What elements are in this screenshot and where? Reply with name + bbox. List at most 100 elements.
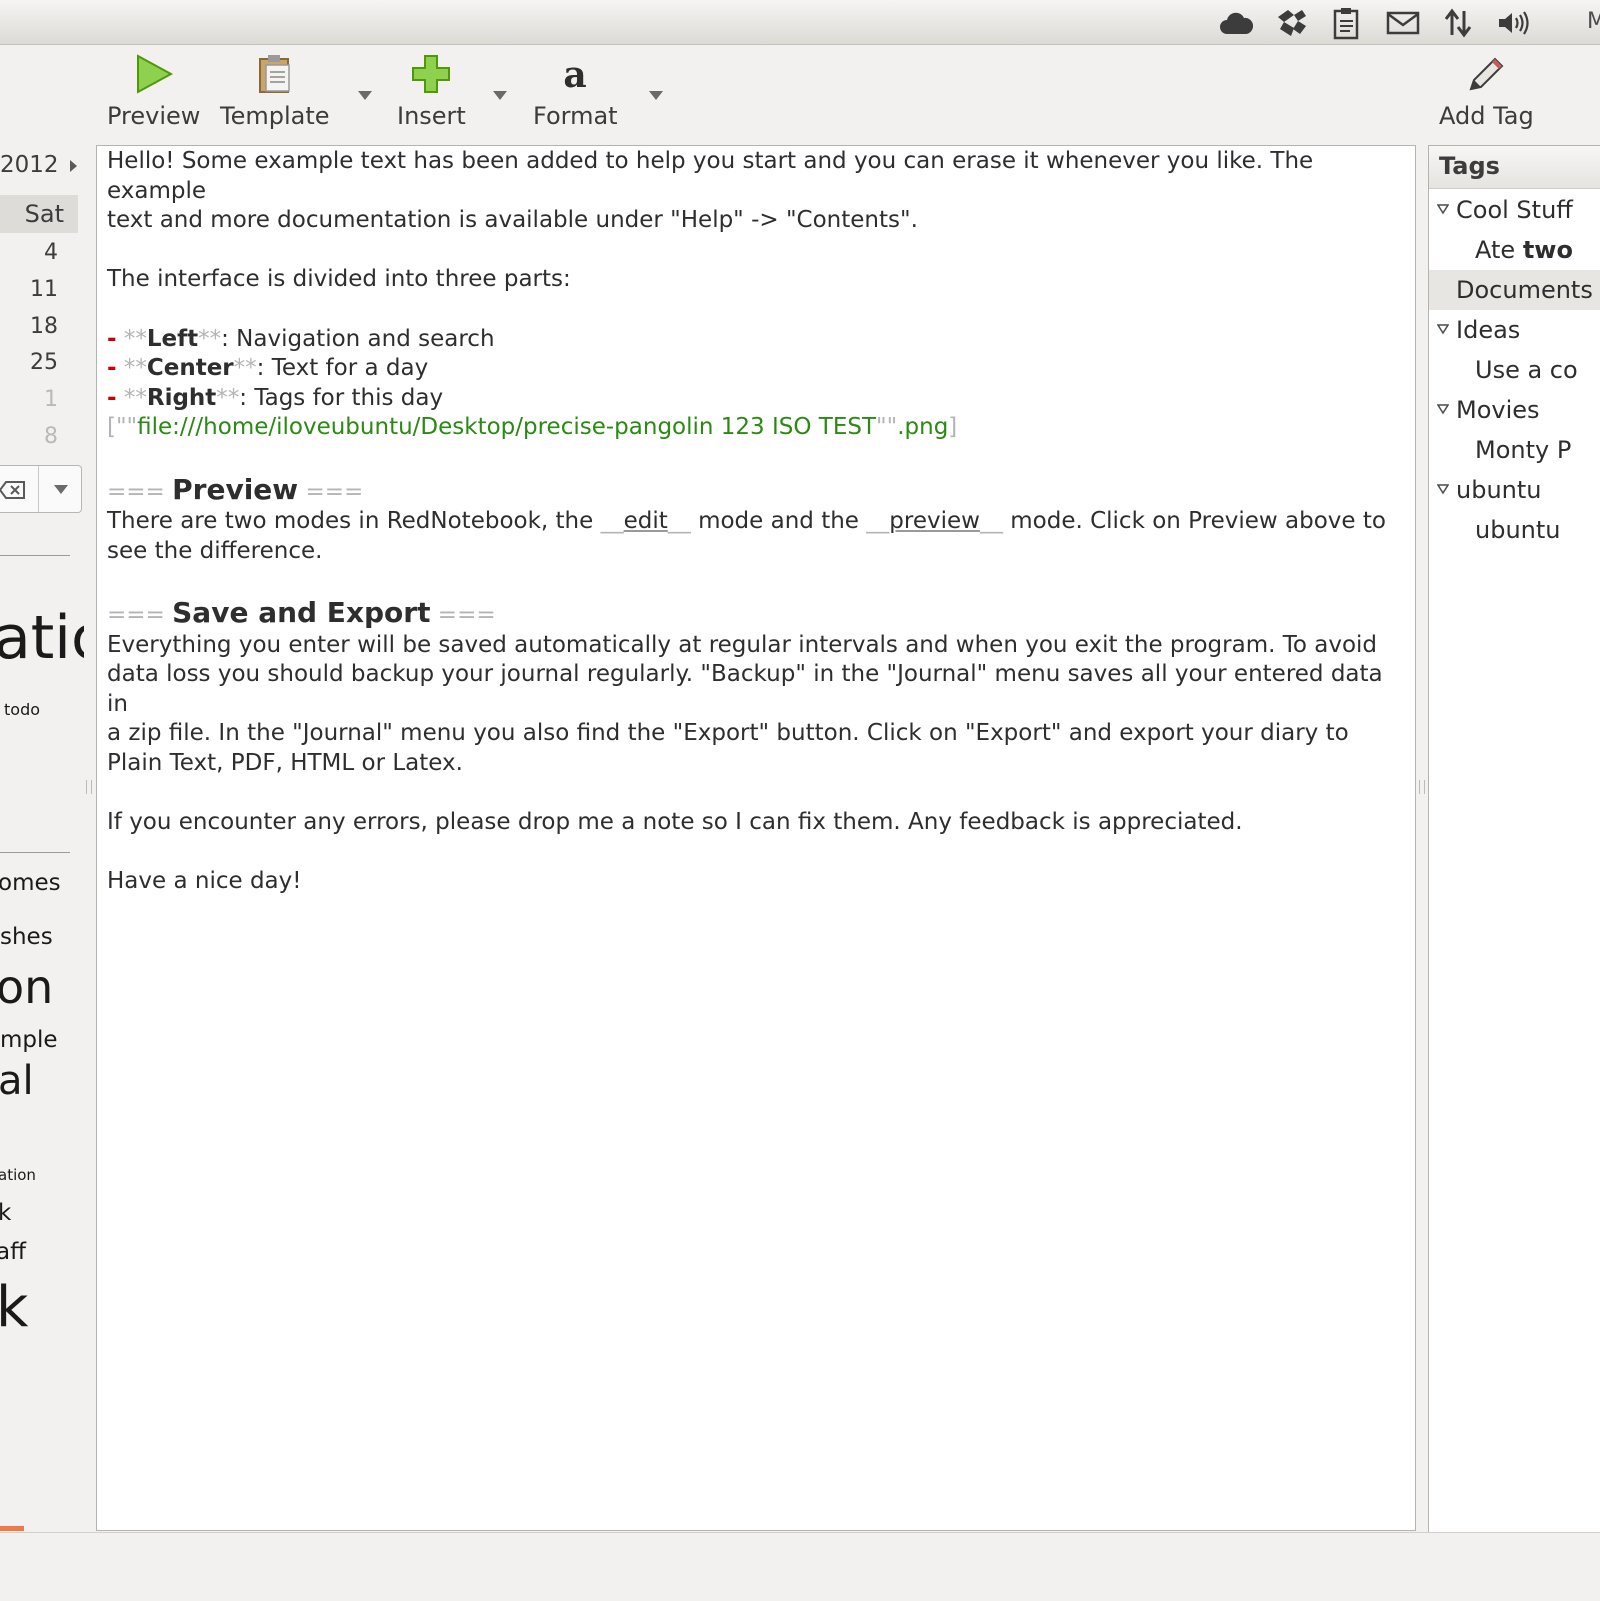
mail-icon[interactable] <box>1385 6 1421 40</box>
cloud-word[interactable]: aff <box>0 1239 26 1265</box>
format-button[interactable]: a Format <box>533 52 618 130</box>
tag-entry[interactable]: Monty P <box>1429 430 1600 470</box>
clipboard-icon[interactable] <box>1329 6 1365 40</box>
cloud-word[interactable]: al <box>0 1058 34 1104</box>
tags-header-label: Tags <box>1439 152 1500 180</box>
font-format-icon: a <box>553 52 597 96</box>
divider <box>0 555 70 556</box>
cloud-word[interactable]: ation <box>0 1166 36 1184</box>
tag-label: Movies <box>1456 396 1540 424</box>
cloud-icon[interactable] <box>1218 6 1254 40</box>
calendar-year: 2012 <box>0 152 59 178</box>
tag-category-movies[interactable]: Movies <box>1429 390 1600 430</box>
cloud-word[interactable]: mple <box>0 1027 58 1053</box>
right-splitter-grip[interactable] <box>1419 780 1425 794</box>
add-tag-label: Add Tag <box>1439 102 1534 130</box>
pencil-icon <box>1464 52 1508 96</box>
divider <box>0 852 70 853</box>
expander-icon[interactable] <box>1437 203 1449 215</box>
calendar-day-other-month[interactable]: 8 <box>44 424 58 449</box>
calendar-day[interactable]: 18 <box>30 314 58 339</box>
insert-label: Insert <box>397 102 466 130</box>
tag-label: Cool Stuff <box>1456 196 1573 224</box>
tag-category-documents[interactable]: Documents <box>1429 270 1600 310</box>
left-part-label: Left <box>146 325 199 352</box>
template-button[interactable]: Template <box>220 52 330 130</box>
cloud-word[interactable]: on <box>0 960 53 1014</box>
preview-text: see the difference. <box>107 537 323 564</box>
cloud-word[interactable]: todo <box>4 700 40 719</box>
cloud-word[interactable]: atic <box>0 605 84 671</box>
calendar-weekday-header: Sat <box>0 195 78 233</box>
calendar-day[interactable]: 25 <box>30 350 58 375</box>
format-label: Format <box>533 102 618 130</box>
cloud-word[interactable]: omes <box>0 870 61 896</box>
save-export-heading: Save and Export <box>172 595 431 629</box>
tags-panel: Tags Cool Stuff Ate two Documents Ideas … <box>1428 145 1600 1532</box>
interface-description: The interface is divided into three part… <box>107 266 571 293</box>
insert-button[interactable]: Insert <box>397 52 466 130</box>
center-part-label: Center <box>146 355 234 382</box>
tag-category-ideas[interactable]: Ideas <box>1429 310 1600 350</box>
left-panel: 2012 Sat 4 11 18 25 1 8 atic todo omes s… <box>0 145 84 1532</box>
calendar-day-other-month[interactable]: 1 <box>44 387 58 412</box>
image-link[interactable]: file:///home/iloveubuntu/Desktop/precise… <box>137 414 876 440</box>
errors-text: If you encounter any errors, please drop… <box>107 809 1243 836</box>
intro-line: Hello! Some example text has been added … <box>107 148 1314 204</box>
intro-line: text and more documentation is available… <box>107 207 918 234</box>
right-part-label: Right <box>146 384 217 411</box>
center-part-text: : Text for a day <box>256 355 429 382</box>
scroll-indicator <box>0 1526 24 1531</box>
expander-icon[interactable] <box>1437 403 1449 415</box>
preview-button[interactable]: Preview <box>107 52 200 130</box>
left-part-text: : Navigation and search <box>221 325 495 352</box>
save-text: Everything you enter will be saved autom… <box>107 631 1378 658</box>
tag-entry-text: Ate <box>1475 236 1523 264</box>
tag-label: Ideas <box>1456 316 1521 344</box>
cloud-word[interactable]: shes <box>0 924 53 950</box>
network-icon[interactable] <box>1440 6 1476 40</box>
add-tag-button[interactable]: Add Tag <box>1439 52 1534 130</box>
template-dropdown-arrow[interactable] <box>356 88 374 102</box>
tag-entry[interactable]: ubuntu <box>1429 510 1600 550</box>
left-splitter-grip[interactable] <box>86 780 92 794</box>
image-extension: .png <box>897 414 949 441</box>
tags-column-header[interactable]: Tags <box>1429 146 1600 189</box>
tray-label[interactable]: M <box>1587 9 1600 34</box>
format-dropdown-arrow[interactable] <box>647 88 665 102</box>
save-text: Plain Text, PDF, HTML or Latex. <box>107 749 463 776</box>
edit-word: edit <box>623 508 668 535</box>
template-label: Template <box>220 102 330 130</box>
day-text-editor[interactable]: Hello! Some example text has been added … <box>96 145 1416 1531</box>
cloud-word[interactable]: k <box>0 1275 28 1340</box>
search-dropdown-button[interactable] <box>38 466 83 512</box>
tag-entry[interactable]: Ate two <box>1429 230 1600 270</box>
calendar-day[interactable]: 11 <box>30 277 58 302</box>
tag-entry-text: Use a co <box>1475 356 1578 384</box>
preview-heading: Preview <box>172 472 299 506</box>
insert-dropdown-arrow[interactable] <box>491 88 509 102</box>
tag-entry-bold: two <box>1522 236 1573 264</box>
svg-text:a: a <box>564 54 587 94</box>
tag-label: Documents <box>1456 276 1593 304</box>
search-input[interactable] <box>0 465 82 513</box>
preview-text: There are two modes in RedNotebook, the <box>107 508 601 535</box>
chevron-down-icon <box>54 485 68 494</box>
tag-entry[interactable]: Use a co <box>1429 350 1600 390</box>
preview-text: mode. Click on Preview above to <box>1002 508 1386 535</box>
plus-icon <box>409 52 453 96</box>
dropbox-icon[interactable] <box>1273 6 1309 40</box>
expander-icon[interactable] <box>1437 483 1449 495</box>
volume-icon[interactable] <box>1496 6 1532 40</box>
cloud-word[interactable]: k <box>0 1200 11 1226</box>
tag-entry-text: ubuntu <box>1475 516 1561 544</box>
tag-category-ubuntu[interactable]: ubuntu <box>1429 470 1600 510</box>
calendar-day[interactable]: 4 <box>44 240 58 265</box>
save-text: data loss you should backup your journal… <box>107 661 1383 717</box>
tag-category-cool-stuff[interactable]: Cool Stuff <box>1429 190 1600 230</box>
clear-search-icon[interactable] <box>0 480 26 500</box>
tag-label: ubuntu <box>1456 476 1542 504</box>
expander-icon[interactable] <box>1437 323 1449 335</box>
next-month-icon[interactable] <box>67 158 79 174</box>
right-part-text: : Tags for this day <box>239 384 444 411</box>
